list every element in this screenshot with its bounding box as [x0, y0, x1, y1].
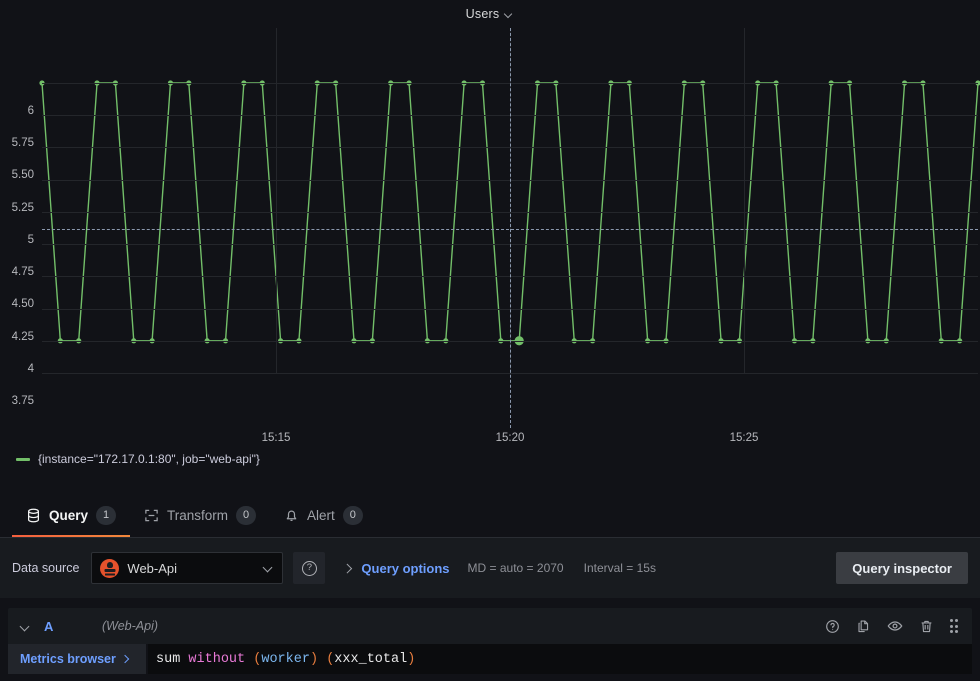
datasource-help-button[interactable]: ?: [293, 552, 326, 584]
metrics-browser-button[interactable]: Metrics browser: [8, 644, 148, 674]
promql-token: (: [326, 651, 335, 667]
tab-transform-label: Transform: [167, 507, 229, 523]
chevron-down-icon: [264, 563, 274, 573]
promql-token: ): [407, 651, 416, 667]
x-axis: 15:15 15:20 15:25: [42, 428, 978, 454]
y-axis-tick-label: 5.25: [11, 201, 34, 214]
legend-color-swatch: [16, 457, 30, 461]
tab-alert-label: Alert: [307, 507, 335, 523]
help-circle-icon: ?: [301, 560, 317, 576]
prometheus-icon: [100, 558, 120, 578]
duplicate-icon[interactable]: [856, 619, 871, 634]
tab-query-label: Query: [49, 507, 89, 523]
promql-token: xxx_total: [334, 651, 408, 667]
datasource-row: Data source Web-Api ? Query options MD =…: [0, 538, 980, 598]
tab-alert-count: 0: [342, 505, 363, 525]
y-axis-tick-label: 4.75: [11, 266, 34, 279]
datasource-picker[interactable]: Web-Api: [91, 552, 284, 584]
promql-token: worker: [261, 651, 310, 667]
y-axis-tick-label: 3.75: [11, 395, 34, 407]
promql-expression-input[interactable]: sum without (worker) (xxx_total): [148, 644, 972, 674]
promql-token: [180, 652, 188, 667]
legend-item-label[interactable]: {instance="172.17.0.1:80", job="web-api"…: [38, 452, 260, 466]
y-axis: 6 5.75 5.50 5.25 5 4.75 4.50 4.25 4 3.75: [0, 28, 42, 428]
x-axis-tick-label: 15:15: [261, 432, 291, 444]
eye-icon[interactable]: [887, 618, 903, 634]
chevron-right-icon: [343, 563, 353, 573]
y-axis-tick-label: 4: [27, 362, 34, 375]
grafana-panel-editor: Users 6 5.75 5.50 5.25 5 4.75 4.50 4.25 4 3.75 15…: [0, 0, 980, 681]
query-row-actions: [825, 618, 963, 634]
query-row-a: A (Web-Api) Metrics browser sum without …: [8, 608, 972, 674]
tab-active-indicator: [12, 534, 131, 537]
query-editor-body: Metrics browser sum without (worker) (xx…: [8, 644, 972, 674]
plot-container: 6 5.75 5.50 5.25 5 4.75 4.50 4.25 4 3.75 15:15 15:…: [0, 28, 980, 486]
x-axis-tick-label: 15:25: [729, 432, 759, 444]
metrics-browser-label: Metrics browser: [20, 652, 116, 666]
y-axis-tick-label: 4.50: [11, 298, 34, 311]
y-axis-tick-label: 5.75: [11, 137, 34, 150]
transform-icon: [144, 508, 159, 523]
crosshair-line: [510, 28, 511, 428]
legend[interactable]: {instance="172.17.0.1:80", job="web-api"…: [16, 452, 260, 466]
gridline-vertical: [744, 28, 745, 373]
panel-header[interactable]: Users: [0, 0, 980, 28]
tab-alert[interactable]: Alert 0: [270, 493, 377, 537]
datasource-selected-value: Web-Api: [127, 560, 178, 576]
query-options-toggle[interactable]: Query options: [343, 561, 449, 576]
plot-area[interactable]: [39, 28, 980, 428]
chevron-down-icon[interactable]: [505, 10, 514, 19]
panel-title: Users: [465, 7, 500, 21]
tab-transform-count: 0: [236, 505, 257, 525]
chevron-down-icon[interactable]: [18, 619, 32, 633]
y-axis-tick-label: 4.25: [11, 330, 34, 343]
max-data-points-value: MD = auto = 2070: [467, 561, 564, 575]
query-row-header: A (Web-Api): [8, 608, 972, 644]
y-axis-tick-label: 6: [27, 105, 34, 117]
query-ref-id[interactable]: A: [44, 619, 102, 634]
query-datasource-note: (Web-Api): [102, 619, 159, 633]
query-inspector-button[interactable]: Query inspector: [836, 552, 968, 584]
tab-query[interactable]: Query 1: [12, 493, 131, 537]
tab-query-count: 1: [96, 505, 117, 525]
bell-icon: [284, 508, 299, 523]
tab-transform[interactable]: Transform 0: [130, 493, 270, 537]
visualization-panel: Users 6 5.75 5.50 5.25 5 4.75 4.50 4.25 4 3.75 15…: [0, 0, 980, 486]
datasource-label: Data source: [12, 561, 80, 575]
trash-icon[interactable]: [919, 619, 934, 634]
promql-token: ): [309, 651, 319, 667]
query-options-label: Query options: [361, 560, 450, 576]
promql-token: without: [188, 651, 246, 667]
query-editor-area: A (Web-Api) Metrics browser sum without …: [0, 602, 980, 681]
gridline-vertical: [276, 28, 277, 373]
y-axis-tick-label: 5: [27, 233, 34, 246]
editor-tabs: Query 1 Transform 0 Alert 0: [0, 492, 980, 538]
chevron-right-icon: [122, 655, 131, 664]
y-axis-tick-label: 5.50: [11, 169, 34, 182]
drag-handle-icon[interactable]: [949, 619, 958, 633]
help-icon[interactable]: [825, 619, 840, 634]
promql-token: sum: [156, 651, 181, 667]
x-axis-tick-label: 15:20: [495, 432, 525, 444]
promql-token: [318, 652, 326, 667]
promql-token: (: [253, 651, 262, 667]
database-icon: [26, 508, 41, 523]
interval-value: Interval = 15s: [583, 561, 656, 575]
promql-token: [245, 652, 253, 667]
